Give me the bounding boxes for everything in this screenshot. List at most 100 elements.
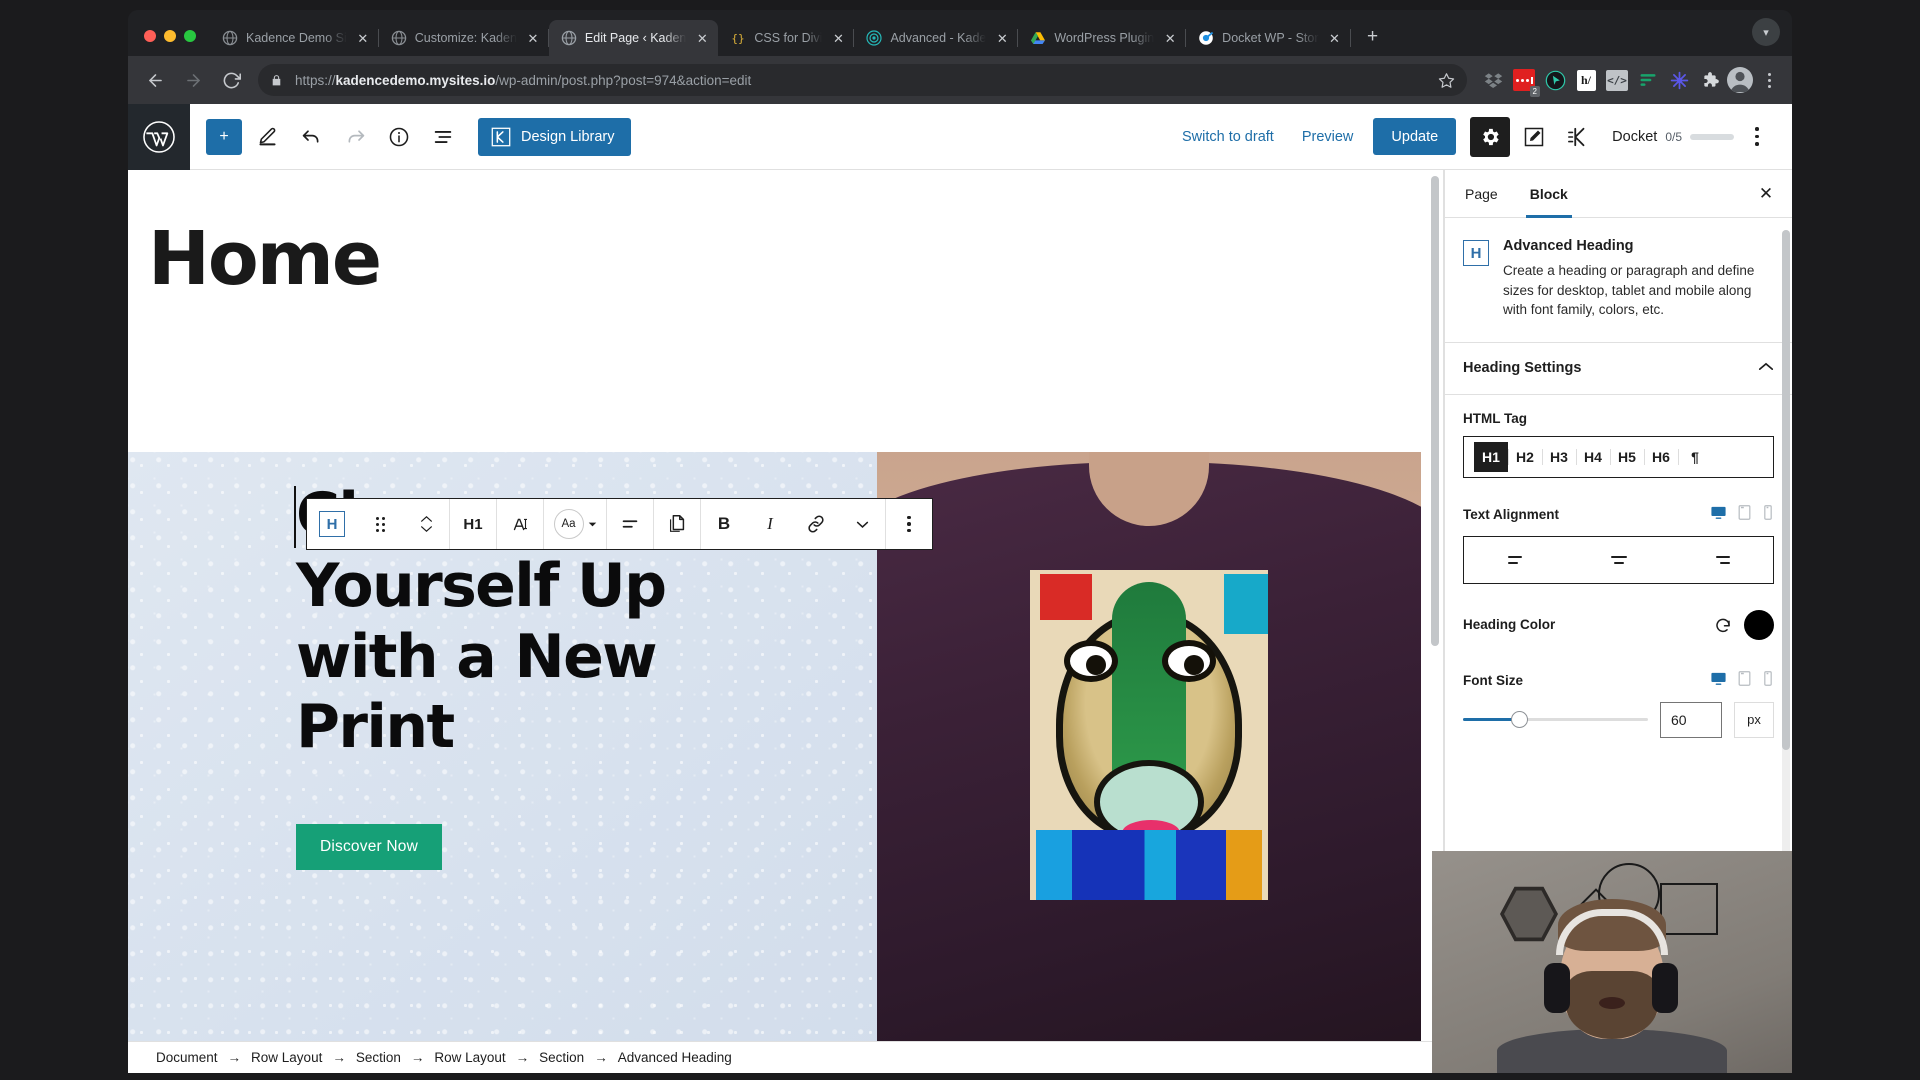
kadence-blocks-icon[interactable] xyxy=(1558,117,1598,157)
font-size-input[interactable]: 60 xyxy=(1660,701,1722,738)
html-tag-option-h3[interactable]: H3 xyxy=(1542,442,1576,472)
heading-settings-panel-header[interactable]: Heading Settings xyxy=(1445,343,1792,395)
breadcrumb-item-row-layout-2[interactable]: Row Layout xyxy=(434,1050,505,1065)
maximize-window-button[interactable] xyxy=(184,30,196,42)
tab-close-icon[interactable]: ✕ xyxy=(830,30,846,46)
reload-button[interactable] xyxy=(214,63,248,97)
heading-level-button[interactable]: H1 xyxy=(450,499,496,549)
html-tag-option-h1[interactable]: H1 xyxy=(1474,441,1508,472)
align-left-icon[interactable] xyxy=(607,499,653,549)
wordpress-logo-icon[interactable] xyxy=(128,103,190,170)
tab-block[interactable]: Block xyxy=(1514,170,1584,218)
forward-button[interactable] xyxy=(176,63,210,97)
close-icon[interactable]: ✕ xyxy=(1744,170,1788,217)
close-window-button[interactable] xyxy=(144,30,156,42)
browser-tab-1[interactable]: Kadence Demo Si ✕ xyxy=(210,20,379,56)
align-left-icon[interactable] xyxy=(1464,537,1567,583)
browser-tab-5[interactable]: Advanced - Kade ✕ xyxy=(854,20,1019,56)
link-icon[interactable] xyxy=(793,499,839,549)
tablet-icon[interactable] xyxy=(1737,504,1752,526)
reset-arrow-icon[interactable] xyxy=(1714,616,1732,634)
bold-button[interactable]: B xyxy=(701,499,747,549)
breadcrumb-item-document[interactable]: Document xyxy=(156,1050,218,1065)
text-case-button[interactable]: Aa xyxy=(544,499,606,549)
a-cursor-icon[interactable] xyxy=(497,499,543,549)
browser-tab-3-active[interactable]: Edit Page ‹ Kaden ✕ xyxy=(548,20,719,56)
switch-to-draft-button[interactable]: Switch to draft xyxy=(1168,129,1288,145)
browser-tab-2[interactable]: Customize: Kaden ✕ xyxy=(379,20,550,56)
align-right-icon[interactable] xyxy=(1670,537,1773,583)
tab-close-icon[interactable]: ✕ xyxy=(694,30,710,46)
html-tag-option-paragraph[interactable]: ¶ xyxy=(1678,442,1712,472)
tab-close-icon[interactable]: ✕ xyxy=(525,30,541,46)
pencil-edit-icon[interactable] xyxy=(248,118,286,156)
edit-square-icon[interactable] xyxy=(1514,117,1554,157)
font-size-slider[interactable] xyxy=(1463,710,1648,730)
align-center-icon[interactable] xyxy=(1567,537,1670,583)
redo-icon[interactable] xyxy=(336,118,374,156)
design-library-button[interactable]: Design Library xyxy=(478,117,631,156)
address-bar[interactable]: https://kadencedemo.mysites.io/wp-admin/… xyxy=(258,64,1467,96)
breadcrumb-item-row-layout-1[interactable]: Row Layout xyxy=(251,1050,322,1065)
red-recorder-icon[interactable]: 2 xyxy=(1510,66,1540,97)
desktop-icon[interactable] xyxy=(1710,504,1727,526)
vertical-dots-icon[interactable] xyxy=(886,499,932,549)
add-block-button[interactable]: + xyxy=(206,118,242,155)
chevron-up-icon[interactable] xyxy=(1758,360,1774,376)
browser-tab-7[interactable]: Docket WP - Stor ✕ xyxy=(1186,20,1351,56)
profile-avatar[interactable] xyxy=(1727,67,1753,93)
update-button[interactable]: Update xyxy=(1373,118,1457,155)
desktop-icon[interactable] xyxy=(1710,670,1727,692)
tab-search-chevron-icon[interactable]: ▾ xyxy=(1752,18,1780,46)
hypothesis-h-icon[interactable]: h/ xyxy=(1572,66,1600,94)
purple-asterisk-icon[interactable] xyxy=(1665,66,1693,94)
browser-tab-6[interactable]: WordPress Plugin ✕ xyxy=(1018,20,1186,56)
code-brackets-icon[interactable]: </> xyxy=(1603,66,1631,94)
breadcrumb-item-advanced-heading[interactable]: Advanced Heading xyxy=(618,1050,732,1065)
editor-more-options-icon[interactable] xyxy=(1740,127,1774,146)
docket-progress[interactable]: Docket 0/5 xyxy=(1612,129,1734,145)
info-icon[interactable] xyxy=(380,118,418,156)
heading-color-swatch[interactable] xyxy=(1744,609,1774,640)
html-tag-option-h5[interactable]: H5 xyxy=(1610,442,1644,472)
preview-button[interactable]: Preview xyxy=(1288,129,1368,145)
more-formats-chevron-down-icon[interactable] xyxy=(839,499,885,549)
gear-icon[interactable] xyxy=(1470,116,1511,157)
mobile-icon[interactable] xyxy=(1762,504,1774,526)
tab-close-icon[interactable]: ✕ xyxy=(994,30,1010,46)
html-tag-option-h2[interactable]: H2 xyxy=(1508,442,1542,472)
puzzle-extensions-icon[interactable] xyxy=(1696,66,1724,94)
canvas-scrollbar[interactable] xyxy=(1431,176,1439,816)
drag-handle-icon[interactable] xyxy=(357,499,403,549)
tablet-icon[interactable] xyxy=(1737,670,1752,692)
font-size-unit[interactable]: px xyxy=(1734,701,1774,738)
undo-icon[interactable] xyxy=(292,118,330,156)
cursor-teal-icon[interactable] xyxy=(1541,66,1569,94)
tab-close-icon[interactable]: ✕ xyxy=(355,30,371,46)
breadcrumb-item-section-2[interactable]: Section xyxy=(539,1050,584,1065)
html-tag-option-h4[interactable]: H4 xyxy=(1576,442,1610,472)
new-tab-button[interactable]: + xyxy=(1359,23,1387,51)
breadcrumb-item-section-1[interactable]: Section xyxy=(356,1050,401,1065)
bookmark-star-icon[interactable] xyxy=(1438,72,1455,89)
italic-button[interactable]: I xyxy=(747,499,793,549)
sidebar-scrollbar[interactable] xyxy=(1782,230,1790,870)
html-tag-option-h6[interactable]: H6 xyxy=(1644,442,1678,472)
block-type-icon[interactable]: H xyxy=(307,499,357,549)
page-title[interactable]: Home xyxy=(128,170,1443,296)
move-up-down-icon[interactable] xyxy=(403,499,449,549)
discover-now-button[interactable]: Discover Now xyxy=(296,824,443,870)
tab-close-icon[interactable]: ✕ xyxy=(1327,30,1343,46)
copy-icon[interactable] xyxy=(654,499,700,549)
dropbox-icon[interactable] xyxy=(1479,66,1507,94)
tab-close-icon[interactable]: ✕ xyxy=(1162,30,1178,46)
chrome-menu-icon[interactable] xyxy=(1756,72,1782,88)
back-button[interactable] xyxy=(138,63,172,97)
browser-tab-4[interactable]: {} CSS for Divi ✕ xyxy=(718,20,855,56)
list-view-icon[interactable] xyxy=(424,118,462,156)
green-bars-icon[interactable] xyxy=(1634,66,1662,94)
mobile-icon[interactable] xyxy=(1762,670,1774,692)
editor-canvas[interactable]: Home Yourself Up with a New Print Discov… xyxy=(128,170,1443,1041)
tab-page[interactable]: Page xyxy=(1449,170,1514,217)
minimize-window-button[interactable] xyxy=(164,30,176,42)
